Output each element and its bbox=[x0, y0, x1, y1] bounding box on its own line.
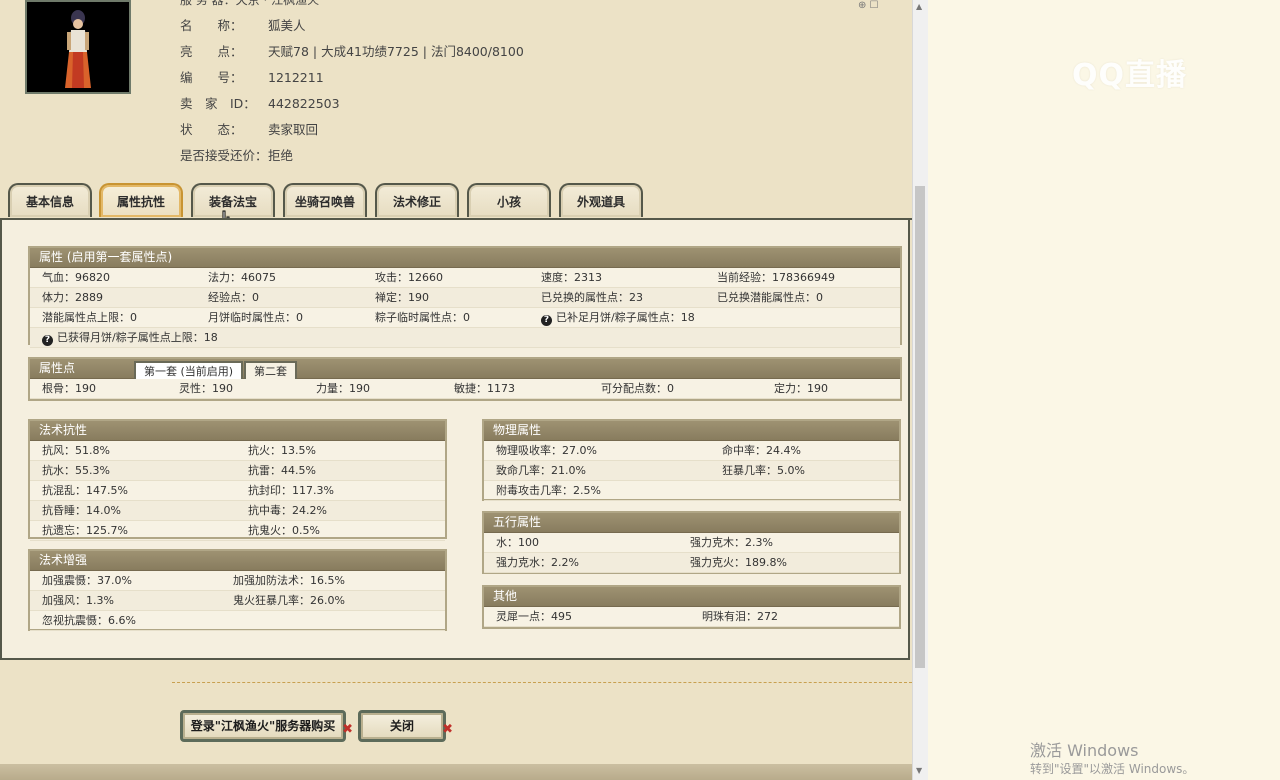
activate-windows-subtitle: 转到"设置"以激活 Windows。 bbox=[1030, 762, 1195, 776]
game-trade-window: 服 务 器：天京 · 江枫渔火 ⊕ ☐ 名 称： 狐美人 亮 点： 天赋78 | 大… bbox=[0, 0, 912, 780]
table-row: 气血：96820 法力：46075 攻击：12660 速度：2313 当前经验：… bbox=[30, 268, 900, 288]
table-row: 抗风：51.8% 抗火：13.5% bbox=[30, 441, 445, 461]
scroll-down-icon[interactable]: ▼ bbox=[916, 766, 922, 775]
attributes-content: 属性 (启用第一套属性点) 气血：96820 法力：46075 攻击：12660… bbox=[0, 220, 910, 660]
tab-child[interactable]: 小孩 bbox=[467, 183, 551, 217]
table-row: 根骨：190 灵性：190 力量：190 敏捷：1173 可分配点数：0 定力：… bbox=[30, 379, 900, 399]
physical-panel-title: 物理属性 bbox=[484, 421, 899, 441]
resist-panel-title: 法术抗性 bbox=[30, 421, 445, 441]
five-elements-panel: 五行属性 水：100 强力克木：2.3% 强力克水：2.2% 强力克火：189.8% bbox=[482, 511, 901, 574]
table-row: 潜能属性点上限：0 月饼临时属性点：0 粽子临时属性点：0 ? 已补足月饼/粽子属… bbox=[30, 308, 900, 328]
table-row: 抗昏睡：14.0% 抗中毒：24.2% bbox=[30, 501, 445, 521]
points-panel: 属性点 第一套 (当前启用) 第二套 根骨：190 灵性：190 力量：190 … bbox=[28, 357, 902, 401]
close-button[interactable]: 关闭 ✖ bbox=[358, 710, 453, 742]
table-row: 抗混乱：147.5% 抗封印：117.3% bbox=[30, 481, 445, 501]
login-buy-button[interactable]: 登录"江枫渔火"服务器购买 ✖ bbox=[180, 710, 353, 742]
live-logo: QQ直播 bbox=[1072, 58, 1188, 93]
tab-attributes[interactable]: 属性抗性 bbox=[99, 183, 183, 217]
table-row: 强力克水：2.2% 强力克火：189.8% bbox=[484, 553, 899, 573]
scroll-up-icon[interactable]: ▲ bbox=[916, 2, 922, 11]
info-row-seller: 卖 家 ID： 442822503 bbox=[180, 96, 340, 111]
resist-panel: 法术抗性 抗风：51.8% 抗火：13.5% 抗水：55.3% 抗雷：44.5% 抗… bbox=[28, 419, 447, 541]
table-row: 加强风：1.3% 鬼火狂暴几率：26.0% bbox=[30, 591, 445, 611]
activate-windows-title: 激活 Windows bbox=[1030, 741, 1139, 760]
points-panel-header: 属性点 第一套 (当前启用) 第二套 bbox=[30, 359, 900, 379]
enhance-panel: 法术增强 加强震慑：37.0% 加强加防法术：16.5% 加强风：1.3% 鬼火狂暴… bbox=[28, 549, 447, 631]
subtab-set-2[interactable]: 第二套 bbox=[244, 361, 297, 379]
server-row: 服 务 器：天京 · 江枫渔火 bbox=[180, 0, 320, 7]
table-row: 抗遗忘：125.7% 抗鬼火：0.5% bbox=[30, 521, 445, 541]
info-row-highlight: 亮 点： 天赋78 | 大成41功绩7725 | 法门8400/8100 bbox=[180, 44, 524, 59]
info-row-bargain: 是否接受还价：拒绝 bbox=[180, 148, 294, 163]
physical-panel: 物理属性 物理吸收率：27.0% 命中率：24.4% 致命几率：21.0% 狂暴几率… bbox=[482, 419, 901, 501]
divider bbox=[172, 682, 912, 683]
scroll-thumb[interactable] bbox=[915, 186, 925, 668]
attributes-panel: 属性 (启用第一套属性点) 气血：96820 法力：46075 攻击：12660… bbox=[28, 246, 902, 348]
table-row: 物理吸收率：27.0% 命中率：24.4% bbox=[484, 441, 899, 461]
help-icon[interactable]: ? bbox=[541, 315, 552, 326]
tab-appearance[interactable]: 外观道具 bbox=[559, 183, 643, 217]
vertical-scrollbar[interactable]: ▲ ▼ bbox=[912, 0, 928, 780]
info-row-id: 编 号： 1212211 bbox=[180, 70, 324, 85]
tab-basic-info[interactable]: 基本信息 bbox=[8, 183, 92, 217]
tab-spell-mod[interactable]: 法术修正 bbox=[375, 183, 459, 217]
subtab-set-1[interactable]: 第一套 (当前启用) bbox=[134, 361, 244, 379]
help-icon[interactable]: ? bbox=[42, 335, 53, 346]
top-icons: ⊕ ☐ bbox=[858, 0, 879, 11]
blank-pane bbox=[928, 0, 1280, 780]
bottom-strip bbox=[0, 764, 912, 780]
table-row: 致命几率：21.0% 狂暴几率：5.0% bbox=[484, 461, 899, 481]
table-row: 加强震慑：37.0% 加强加防法术：16.5% bbox=[30, 571, 445, 591]
close-icon: ✖ bbox=[342, 722, 353, 737]
info-row-status: 状 态： 卖家取回 bbox=[180, 122, 319, 137]
table-row: 忽视抗震慑：6.6% bbox=[30, 611, 445, 631]
table-row: 灵犀一点：495 明珠有泪：272 bbox=[484, 607, 899, 627]
character-portrait bbox=[25, 0, 131, 94]
table-row: 水：100 强力克木：2.3% bbox=[484, 533, 899, 553]
table-row: 抗水：55.3% 抗雷：44.5% bbox=[30, 461, 445, 481]
table-row: 体力：2889 经验点：0 禅定：190 已兑换的属性点：23 已兑换潜能属性点… bbox=[30, 288, 900, 308]
table-row: 附毒攻击几率：2.5% bbox=[484, 481, 899, 501]
five-elements-panel-title: 五行属性 bbox=[484, 513, 899, 533]
points-panel-title: 属性点 bbox=[39, 361, 76, 375]
tab-mounts-pets[interactable]: 坐骑召唤兽 bbox=[283, 183, 367, 217]
enhance-panel-title: 法术增强 bbox=[30, 551, 445, 571]
info-row-name: 名 称： 狐美人 bbox=[180, 18, 306, 33]
table-row: ? 已获得月饼/粽子属性点上限：18 bbox=[30, 328, 900, 348]
other-panel: 其他 灵犀一点：495 明珠有泪：272 bbox=[482, 585, 901, 629]
attributes-panel-title: 属性 (启用第一套属性点) bbox=[30, 248, 900, 268]
close-icon: ✖ bbox=[442, 722, 453, 737]
other-panel-title: 其他 bbox=[484, 587, 899, 607]
